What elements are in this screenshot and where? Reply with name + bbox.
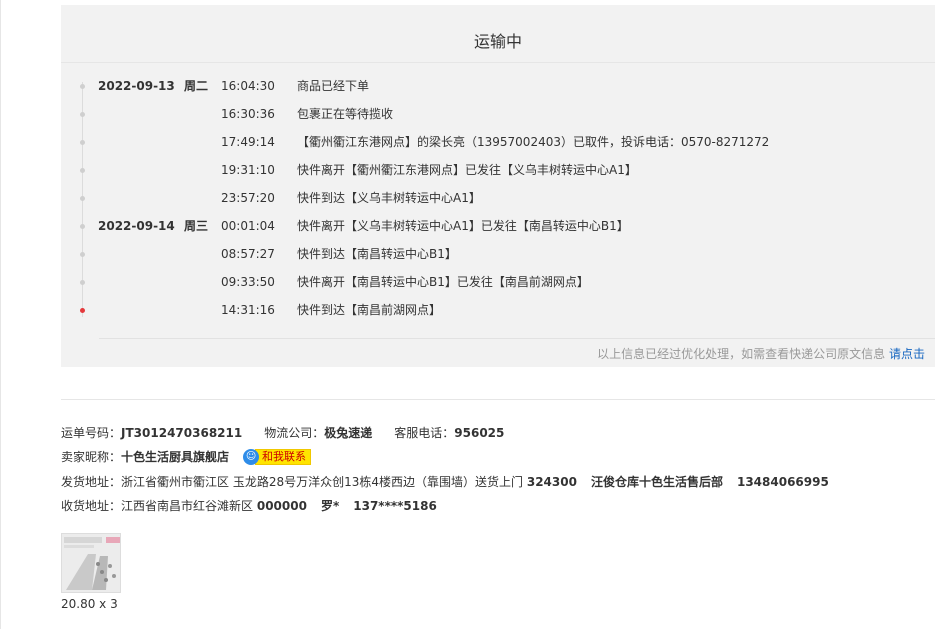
event-description: 【衢州衢江东港网点】的梁长亮（13957002403）已取件，投诉电话：0570…: [297, 135, 770, 149]
seller-label: 卖家昵称：: [61, 450, 122, 464]
shipment-info-row: 运单号码：JT3012470368211 物流公司：极兔速递 客服电话：956025: [61, 423, 504, 443]
sender-address: 浙江省衢州市衢江区 玉龙路28号万洋众创13栋4楼西边（靠围墙）送货上门: [121, 475, 524, 489]
timeline-dot-icon: [80, 196, 85, 201]
tracking-event: 17:49:14 【衢州衢江东港网点】的梁长亮（13957002403）已取件，投…: [61, 132, 935, 152]
tracking-event: 08:57:27 快件到达【南昌转运中心B1】: [61, 244, 935, 264]
service-label: 客服电话：: [394, 426, 455, 440]
tracking-event: 16:30:36 包裹正在等待揽收: [61, 104, 935, 124]
event-time: 08:57:27: [221, 247, 275, 261]
tracking-event: 2022-09-14 周三 00:01:04 快件离开【义乌丰树转运中心A1】已发往【…: [61, 216, 935, 236]
sender-postcode: 324300: [526, 475, 577, 489]
tracking-event: 14:31:16 快件到达【南昌前湖网点】: [61, 300, 935, 320]
receiver-label: 收货地址：: [61, 499, 122, 513]
sender-contact: 汪俊仓库十色生活售后部: [590, 475, 723, 489]
seller-name: 十色生活厨具旗舰店: [121, 450, 230, 464]
tracking-panel: 运输中 2022-09-13 周二 16:04:30 商品已经下单 16:30:36 包裹…: [61, 5, 935, 367]
sender-phone: 13484066995: [736, 475, 829, 489]
event-description: 快件离开【衢州衢江东港网点】已发往【义乌丰树转运中心A1】: [297, 163, 637, 177]
timeline-dot-icon: [80, 84, 85, 89]
receiver-postcode: 000000: [256, 499, 307, 513]
event-description: 包裹正在等待揽收: [297, 107, 394, 121]
contact-seller-button[interactable]: ☺ 和我联系: [243, 448, 312, 465]
left-border: [0, 0, 1, 629]
product-thumbnail[interactable]: [61, 533, 121, 593]
event-weekday: 周三: [184, 219, 209, 233]
timeline-dot-icon: [80, 140, 85, 145]
panel-divider: [99, 338, 935, 339]
event-weekday: 周二: [184, 79, 209, 93]
sender-label: 发货地址：: [61, 475, 122, 489]
tracking-event: 23:57:20 快件到达【义乌丰树转运中心A1】: [61, 188, 935, 208]
timeline-dot-icon: [80, 252, 85, 257]
product-image-icon: [62, 534, 120, 592]
event-description: 快件到达【义乌丰树转运中心A1】: [297, 191, 481, 205]
optimization-note-text: 以上信息已经过优化处理，如需查看快递公司原文信息: [597, 347, 886, 361]
event-time: 17:49:14: [221, 135, 275, 149]
waybill-label: 运单号码：: [61, 426, 122, 440]
receiver-name: 罗*: [320, 499, 340, 513]
timeline-dot-icon: [80, 280, 85, 285]
receiver-address: 江西省南昌市红谷滩新区: [121, 499, 254, 513]
original-info-link[interactable]: 请点击: [889, 347, 925, 361]
tracking-event: 2022-09-13 周二 16:04:30 商品已经下单: [61, 76, 935, 96]
section-divider: [61, 399, 935, 400]
optimization-note: 以上信息已经过优化处理，如需查看快递公司原文信息 请点击: [597, 345, 925, 362]
current-status-dot-icon: [80, 308, 85, 313]
service-phone: 956025: [454, 426, 505, 440]
event-date: 2022-09-13: [98, 79, 175, 93]
event-description: 快件离开【南昌转运中心B1】已发往【南昌前湖网点】: [297, 275, 589, 289]
status-title: 运输中: [473, 32, 522, 51]
receiver-phone: 137****5186: [353, 499, 437, 513]
event-time: 00:01:04: [221, 219, 275, 233]
company-label: 物流公司：: [264, 426, 325, 440]
sender-info-row: 发货地址：浙江省衢州市衢江区 玉龙路28号万洋众创13栋4楼西边（靠围墙）送货上…: [61, 472, 829, 492]
event-time: 16:04:30: [221, 79, 275, 93]
tracking-event: 09:33:50 快件离开【南昌转运中心B1】已发往【南昌前湖网点】: [61, 272, 935, 292]
timeline-dot-icon: [80, 168, 85, 173]
receiver-info-row: 收货地址：江西省南昌市红谷滩新区 000000 罗* 137****5186: [61, 496, 437, 516]
chat-icon: ☺: [243, 448, 260, 465]
event-time: 19:31:10: [221, 163, 275, 177]
event-description: 快件到达【南昌前湖网点】: [297, 303, 442, 317]
title-divider: [61, 62, 935, 63]
product-price-quantity: 20.80 x 3: [61, 597, 118, 611]
waybill-number: JT3012470368211: [121, 426, 243, 440]
event-description: 快件离开【义乌丰树转运中心A1】已发往【南昌转运中心B1】: [297, 219, 629, 233]
event-date: 2022-09-14: [98, 219, 175, 233]
event-description: 商品已经下单: [297, 79, 370, 93]
event-time: 14:31:16: [221, 303, 275, 317]
event-time: 09:33:50: [221, 275, 275, 289]
seller-info-row: 卖家昵称：十色生活厨具旗舰店 ☺ 和我联系: [61, 447, 312, 467]
event-time: 23:57:20: [221, 191, 275, 205]
logistics-company: 极兔速递: [324, 426, 373, 440]
contact-seller-label: 和我联系: [255, 448, 312, 465]
timeline-dot-icon: [80, 112, 85, 117]
tracking-event: 19:31:10 快件离开【衢州衢江东港网点】已发往【义乌丰树转运中心A1】: [61, 160, 935, 180]
timeline-dot-icon: [80, 224, 85, 229]
event-time: 16:30:36: [221, 107, 275, 121]
event-description: 快件到达【南昌转运中心B1】: [297, 247, 457, 261]
